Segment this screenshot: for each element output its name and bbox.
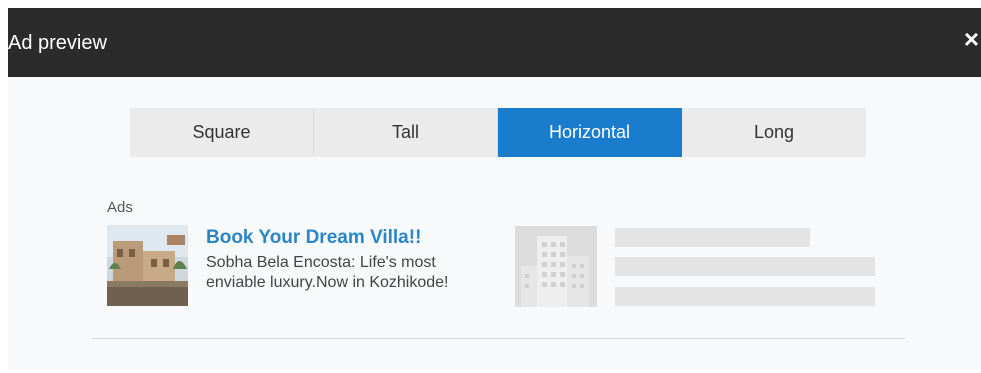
tab-tall[interactable]: Tall (314, 108, 498, 157)
building-icon (515, 226, 597, 307)
dialog-title-bar: Ad preview × (8, 8, 981, 77)
ad-title-link[interactable]: Book Your Dream Villa!! (206, 227, 421, 249)
villa-photo-icon (107, 225, 188, 306)
dialog-body: Square Tall Horizontal Long Ads Book You… (8, 77, 981, 370)
close-icon[interactable]: × (964, 26, 979, 52)
ad-thumbnail[interactable] (107, 225, 188, 306)
ad-description: Sobha Bela Encosta: Life's most enviable… (206, 254, 449, 291)
placeholder-line (615, 257, 875, 276)
placeholder-line (615, 287, 875, 306)
ads-section-label: Ads (107, 199, 133, 216)
format-tabs: Square Tall Horizontal Long (130, 108, 866, 157)
ad-preview-dialog: Ad preview × Square Tall Horizontal Long… (8, 8, 981, 370)
placeholder-line (615, 228, 810, 247)
dialog-title: Ad preview (8, 32, 107, 54)
divider (92, 338, 905, 339)
top-strip (0, 0, 981, 8)
tab-horizontal[interactable]: Horizontal (498, 108, 682, 157)
tab-long[interactable]: Long (682, 108, 866, 157)
tab-square[interactable]: Square (130, 108, 314, 157)
placeholder-image (515, 226, 597, 307)
